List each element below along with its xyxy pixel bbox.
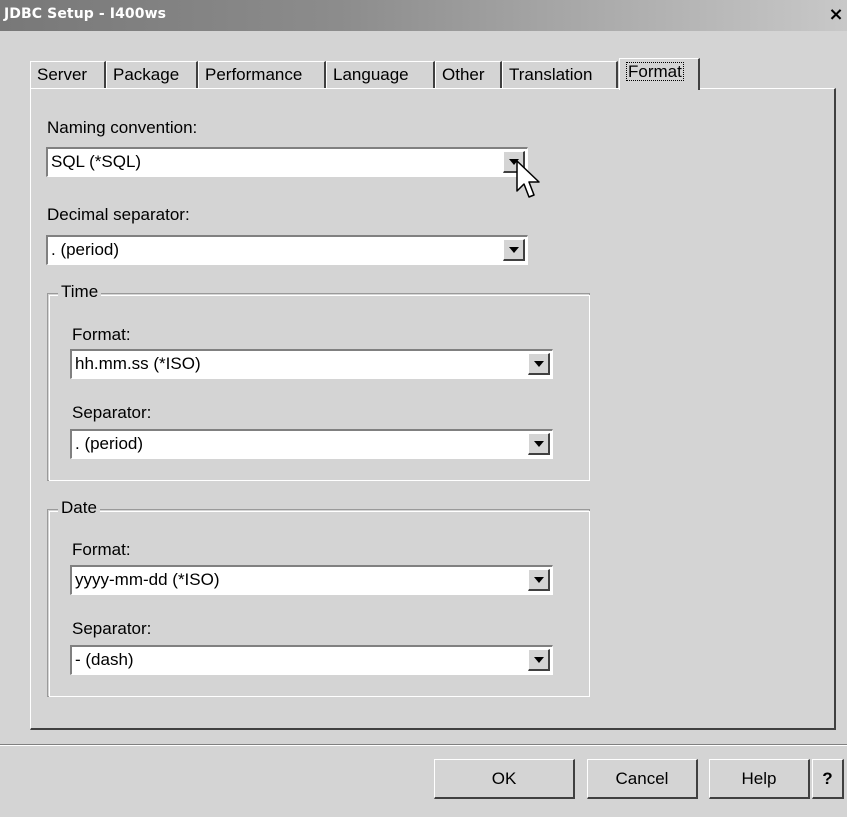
time-group-title: Time xyxy=(58,282,102,302)
close-icon[interactable]: × xyxy=(826,4,846,26)
chevron-down-icon[interactable] xyxy=(528,433,550,455)
tab-other[interactable]: Other xyxy=(435,61,502,88)
naming-convention-select[interactable]: SQL (*SQL) xyxy=(46,147,528,177)
decimal-separator-label: Decimal separator: xyxy=(47,205,190,224)
time-separator-select[interactable]: . (period) xyxy=(70,429,553,459)
date-format-value: yyyy-mm-dd (*ISO) xyxy=(75,570,220,589)
time-separator-value: . (period) xyxy=(75,434,144,453)
button-area-divider xyxy=(0,744,847,746)
jdbc-setup-dialog: JDBC Setup - I400ws × Server Package Per… xyxy=(0,0,847,817)
chevron-down-icon[interactable] xyxy=(503,239,525,261)
date-format-select[interactable]: yyyy-mm-dd (*ISO) xyxy=(70,565,553,595)
date-separator-select[interactable]: - (dash) xyxy=(70,645,553,675)
help-button[interactable]: Help xyxy=(709,759,810,799)
date-separator-label: Separator: xyxy=(72,619,152,638)
tab-server[interactable]: Server xyxy=(30,61,106,88)
tab-translation[interactable]: Translation xyxy=(502,61,618,88)
tab-format[interactable]: Format xyxy=(619,58,700,90)
time-format-select[interactable]: hh.mm.ss (*ISO) xyxy=(70,349,553,379)
title-bar[interactable]: JDBC Setup - I400ws × xyxy=(0,0,847,31)
time-format-label: Format: xyxy=(72,325,131,344)
window-title: JDBC Setup - I400ws xyxy=(4,6,167,22)
tab-package[interactable]: Package xyxy=(106,61,198,88)
naming-convention-value: SQL (*SQL) xyxy=(51,152,142,171)
chevron-down-icon[interactable] xyxy=(528,569,550,591)
date-group-title: Date xyxy=(58,498,100,518)
decimal-separator-value: . (period) xyxy=(51,240,120,259)
date-format-label: Format: xyxy=(72,540,131,559)
mouse-pointer-icon xyxy=(516,160,540,198)
chevron-down-icon[interactable] xyxy=(528,649,550,671)
ok-button[interactable]: OK xyxy=(434,759,575,799)
chevron-down-icon[interactable] xyxy=(528,353,550,375)
decimal-separator-select[interactable]: . (period) xyxy=(46,235,528,265)
tab-performance[interactable]: Performance xyxy=(198,61,326,88)
naming-convention-label: Naming convention: xyxy=(47,118,198,137)
date-separator-value: - (dash) xyxy=(75,650,134,669)
time-separator-label: Separator: xyxy=(72,403,152,422)
time-format-value: hh.mm.ss (*ISO) xyxy=(75,354,201,373)
tab-language[interactable]: Language xyxy=(326,61,435,88)
cancel-button[interactable]: Cancel xyxy=(587,759,698,799)
context-help-button[interactable]: ? xyxy=(812,759,844,799)
